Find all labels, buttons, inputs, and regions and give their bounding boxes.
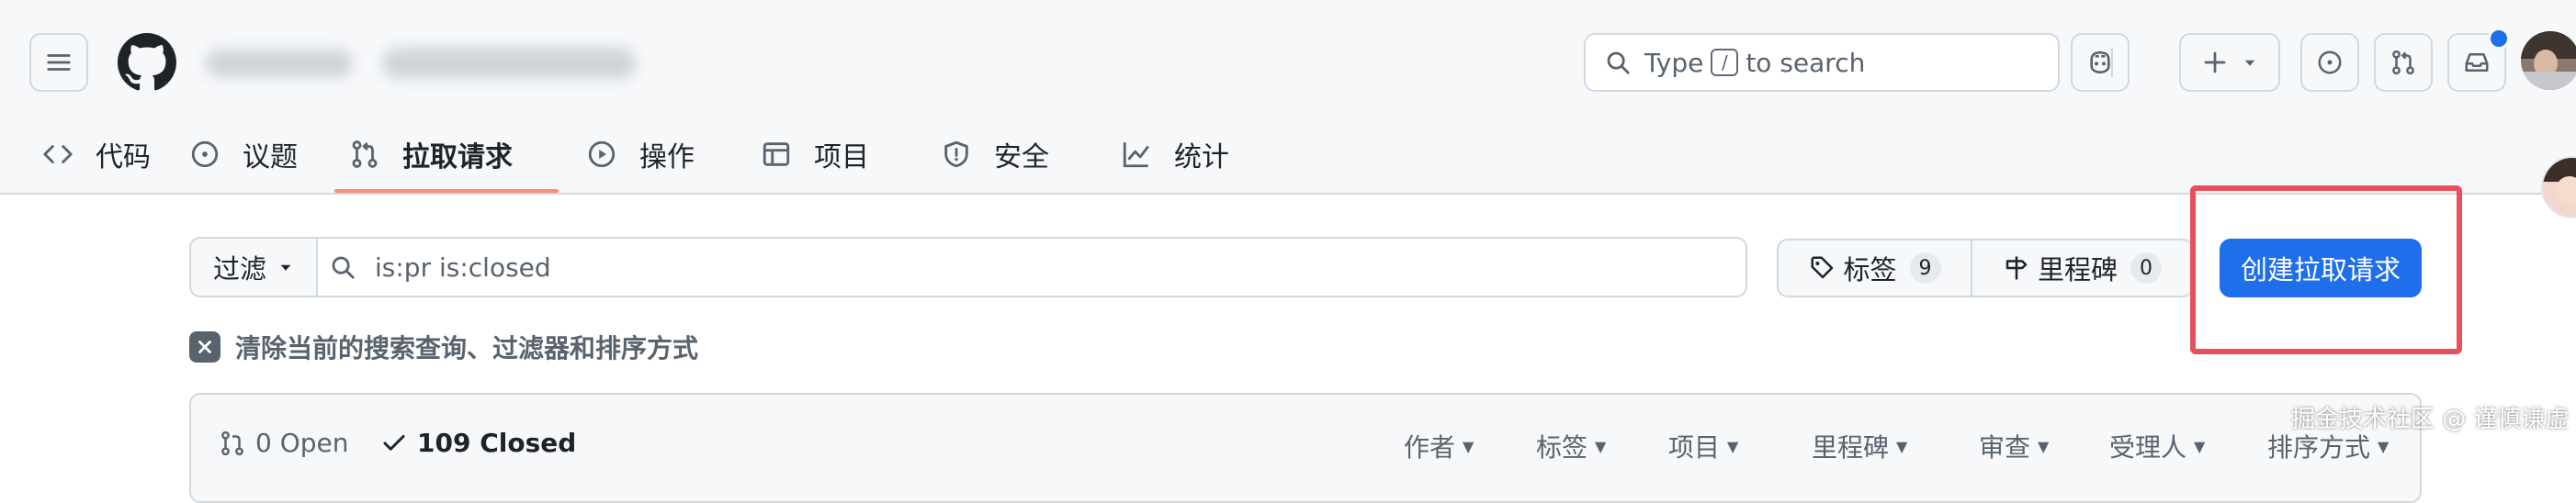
tab-label: 代码 [96, 141, 151, 173]
search-shortcut-key: / [1711, 49, 1739, 76]
create-new-button[interactable] [2179, 33, 2280, 92]
tab-projects[interactable]: 项目 [761, 117, 869, 191]
labels-count: 9 [1909, 252, 1941, 284]
code-icon [43, 145, 73, 163]
caret-down-icon: ▼ [1595, 437, 1607, 455]
annotation-highlight-box [2190, 185, 2462, 354]
open-count: 0 Open [255, 428, 349, 458]
milestone-filter[interactable]: 里程碑 ▼ [1812, 428, 1907, 464]
sort-label: 受理人 [2109, 432, 2187, 463]
project-filter[interactable]: 项目 ▼ [1668, 428, 1738, 464]
play-icon [588, 140, 616, 168]
tab-label: 统计 [1174, 141, 1229, 173]
git-pull-request-icon [2392, 50, 2414, 75]
tab-actions[interactable]: 操作 [586, 117, 695, 191]
tab-label: 项目 [814, 141, 869, 173]
tab-label: 议题 [243, 141, 298, 173]
issues-button[interactable] [2300, 33, 2359, 92]
search-icon [1607, 51, 1630, 74]
search-prefix: Type [1644, 47, 1704, 78]
triangle-down-icon [280, 264, 291, 271]
shield-icon [944, 140, 968, 168]
filter-search-input[interactable]: is:pr is:closed [329, 239, 551, 296]
tab-label: 操作 [639, 141, 695, 173]
filter-dropdown-button[interactable]: 过滤 [191, 239, 318, 296]
triangle-down-icon [2244, 60, 2255, 66]
caret-down-icon: ▼ [1896, 437, 1908, 455]
graph-icon [1123, 142, 1149, 168]
milestone-icon [2005, 256, 2028, 280]
pull-requests-button[interactable] [2374, 33, 2433, 92]
tab-label: 安全 [994, 141, 1049, 173]
caret-down-icon: ▼ [2038, 437, 2050, 455]
milestones-count: 0 [2130, 252, 2163, 284]
sort-label: 项目 [1668, 432, 1721, 463]
caret-down-icon: ▼ [1463, 437, 1474, 455]
x-icon [189, 331, 220, 363]
tag-icon [1811, 256, 1833, 279]
clear-filters-label: 清除当前的搜索查询、过滤器和排序方式 [235, 333, 699, 363]
issue-opened-icon [2318, 50, 2342, 74]
assignee-filter[interactable]: 受理人 ▼ [2109, 428, 2205, 464]
floating-avatar[interactable] [2541, 156, 2576, 218]
closed-count-link[interactable]: 109 Closed [380, 428, 576, 458]
avatar[interactable] [2521, 31, 2576, 90]
check-icon [383, 434, 405, 451]
git-pull-request-icon [352, 140, 378, 168]
hamburger-icon [47, 54, 71, 71]
filter-query: is:pr is:closed [375, 252, 551, 283]
search-icon [332, 256, 355, 279]
clear-filters-link[interactable]: 清除当前的搜索查询、过滤器和排序方式 [189, 330, 698, 363]
selected-tab-underline [334, 189, 559, 193]
tab-security[interactable]: 安全 [941, 117, 1049, 191]
pull-request-list: 0 Open 109 Closed 作者 ▼ 标签 ▼ 项目 ▼ 里程碑 ▼ 审查 ▼ 受… [189, 393, 2422, 503]
github-logo-icon[interactable] [118, 33, 176, 92]
labels-label: 标签 [1843, 254, 1897, 285]
open-count-link[interactable]: 0 Open [219, 428, 349, 458]
closed-count: 109 Closed [417, 428, 577, 458]
table-icon [763, 142, 790, 166]
issue-opened-icon [191, 140, 219, 168]
sort-label: 审查 [1979, 432, 2031, 463]
caret-down-icon: ▼ [1727, 437, 1739, 455]
author-filter[interactable]: 作者 ▼ [1404, 428, 1474, 464]
sort-label: 标签 [1536, 432, 1588, 463]
menu-button[interactable] [29, 33, 88, 92]
repository-breadcrumb[interactable] [202, 40, 643, 86]
sort-label: 作者 [1404, 432, 1456, 463]
sort-label: 里程碑 [1812, 432, 1890, 463]
search-suffix: to search [1746, 47, 1866, 78]
watermark: 掘金技术社区 @ 谨慎谦虚 [2291, 406, 2570, 433]
filter-bar: 过滤 is:pr is:closed [189, 237, 1747, 297]
global-search-input[interactable]: Type / to search [1584, 33, 2060, 92]
review-filter[interactable]: 审查 ▼ [1979, 428, 2049, 464]
milestones-button[interactable]: 里程碑 0 [1972, 240, 2192, 296]
copilot-button[interactable] [2071, 33, 2130, 92]
tab-insights[interactable]: 统计 [1121, 117, 1229, 191]
git-pull-request-icon [221, 430, 243, 455]
app-header: Type / to search 代码 议题 拉取请求 操作 项目 安全 统计 [0, 0, 2576, 195]
tab-pull-requests[interactable]: 拉取请求 [349, 117, 513, 191]
tab-code[interactable]: 代码 [42, 117, 151, 191]
labels-button[interactable]: 标签 9 [1779, 240, 1973, 296]
caret-down-icon: ▼ [2378, 437, 2390, 455]
inbox-icon [2465, 53, 2489, 72]
caret-down-icon: ▼ [2194, 437, 2206, 455]
header-divider [2111, 48, 2113, 77]
tab-issues[interactable]: 议题 [189, 117, 298, 191]
labels-milestones-group: 标签 9 里程碑 0 [1777, 239, 2194, 297]
plus-icon [2204, 51, 2226, 73]
filter-button-label: 过滤 [212, 253, 266, 285]
notification-dot [2488, 28, 2510, 50]
label-filter[interactable]: 标签 ▼ [1536, 428, 1606, 464]
tab-label: 拉取请求 [402, 141, 513, 173]
milestones-label: 里程碑 [2038, 254, 2118, 285]
